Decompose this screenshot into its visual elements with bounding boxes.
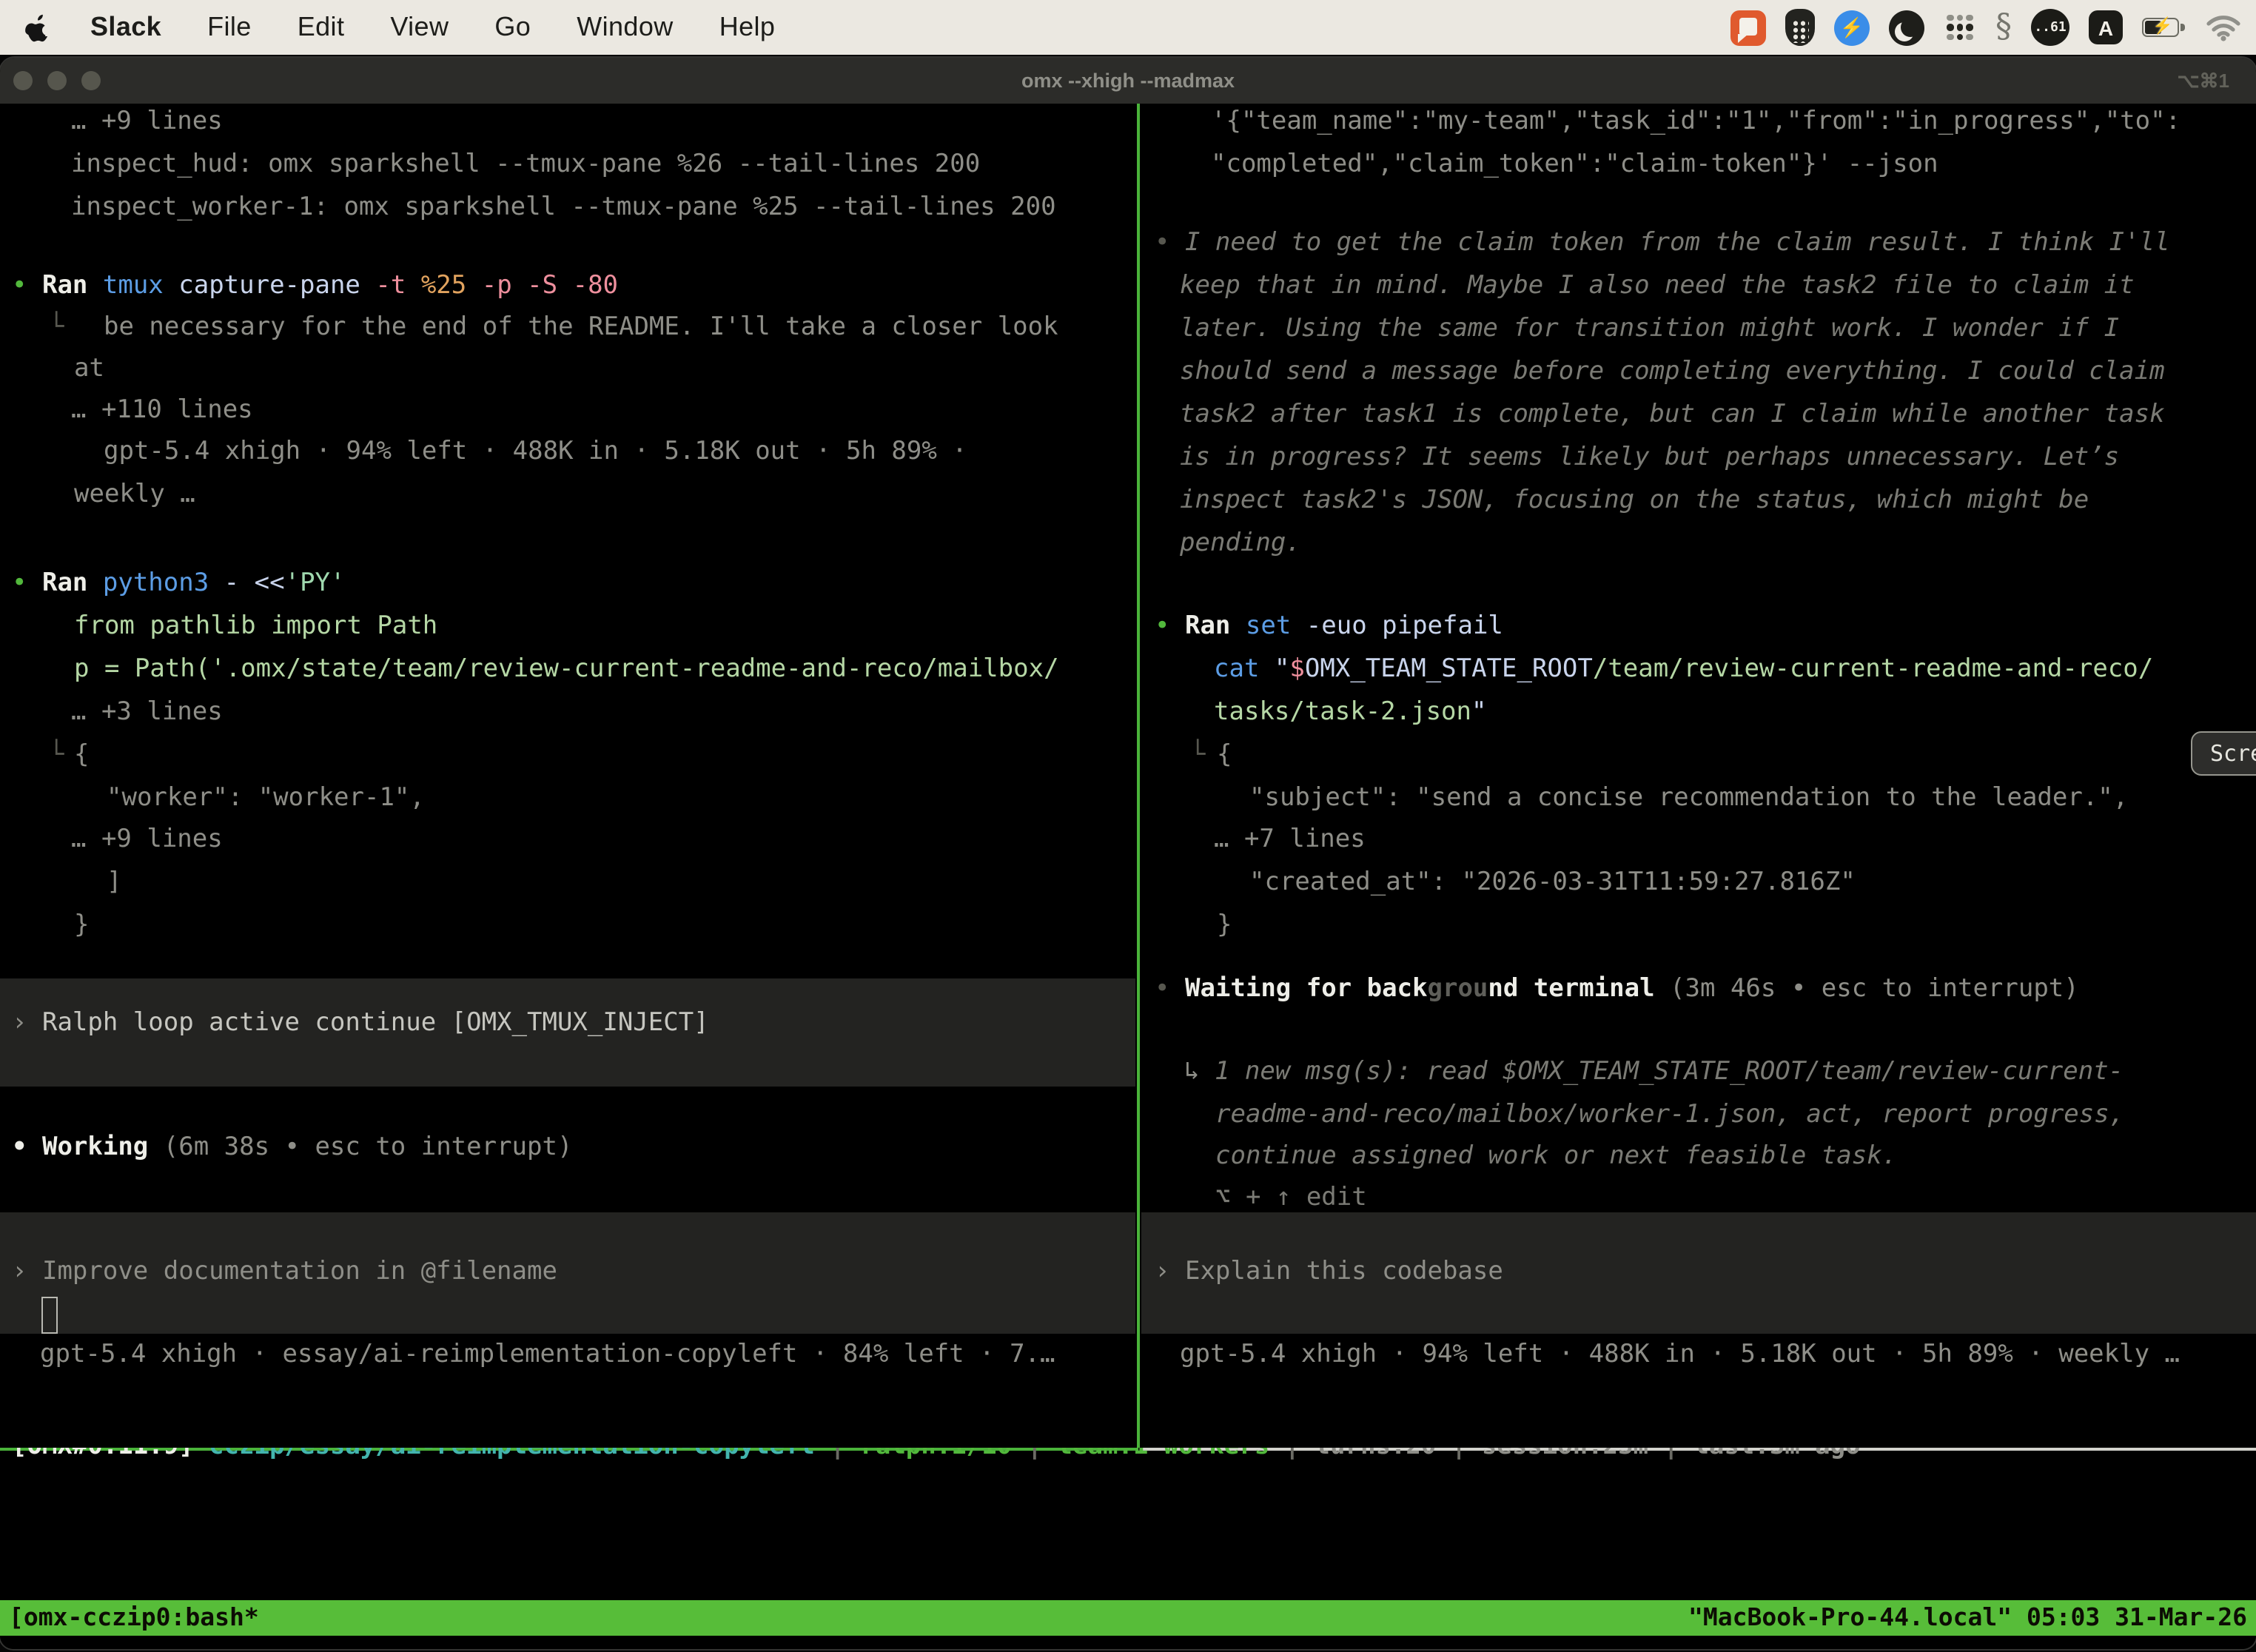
terminal-line: weekly … (74, 474, 195, 515)
menu-item-file[interactable]: File (207, 12, 252, 43)
terminal-window: omx --xhigh --madmax ⌥⌘1 workspace_mode:… (0, 58, 2256, 1649)
terminal-line: … +3 lines (71, 691, 223, 733)
apple-menu-icon[interactable] (25, 11, 55, 44)
terminal-line: { (1217, 734, 1232, 776)
terminal-line: tasks/task-2.json" (1214, 691, 1487, 733)
terminal-line: keep that in mind. Maybe I also need the… (1180, 265, 2135, 306)
menu-item-slack[interactable]: Slack (90, 12, 161, 43)
terminal-line: gpt-5.4 xhigh · 94% left · 488K in · 5.1… (1180, 1334, 2180, 1375)
menu-item-help[interactable]: Help (719, 12, 776, 43)
terminal-line: • Working (6m 38s • esc to interrupt) (12, 1126, 572, 1168)
terminal-line: gpt-5.4 xhigh · 94% left · 488K in · 5.1… (104, 431, 967, 472)
chat-app-icon[interactable] (1730, 10, 1766, 45)
terminal-line: … +9 lines (71, 819, 223, 860)
terminal-line: ↳ 1 new msg(s): read $OMX_TEAM_STATE_ROO… (1184, 1051, 2124, 1092)
terminal-line: task2 after task1 is complete, but can I… (1180, 394, 2165, 435)
right-terminal-pane[interactable]: … +16 lines'{"team_name":"my-team","task… (1140, 104, 2256, 1448)
screen: Slack File Edit View Go Window Help ⚡ § … (0, 0, 2256, 1652)
terminal-line: at (74, 348, 104, 389)
terminal-line: inspect task2's JSON, focusing on the st… (1180, 480, 2089, 521)
window-title: omx --xhigh --madmax (0, 58, 2256, 104)
crescent-app-icon[interactable] (1889, 10, 1924, 45)
terminal-content: workspace_mode: worktree… +9 linesinspec… (0, 104, 2256, 1649)
terminal-line: › Improve documentation in @filename (12, 1251, 557, 1292)
terminal-line: { (74, 734, 90, 776)
letter-a-icon[interactable]: A (2089, 10, 2123, 44)
terminal-line: from pathlib import Path (74, 605, 437, 647)
terminal-line: later. Using the same for transition mig… (1180, 308, 2119, 349)
terminal-line: is in progress? It seems likely but perh… (1180, 437, 2119, 478)
terminal-line: … +7 lines (1214, 819, 1366, 860)
terminal-line: ] (107, 862, 122, 903)
dots-grid-icon[interactable] (1944, 11, 1976, 44)
shield-keypad-icon[interactable] (1785, 9, 1815, 46)
hook-icon[interactable]: § (1995, 9, 2012, 46)
tmux-host-clock-label: "MacBook-Pro-44.local" 05:03 31-Mar-26 (1688, 1600, 2247, 1636)
menu-item-view[interactable]: View (390, 12, 449, 43)
badge-61-icon[interactable]: ..61 (2031, 9, 2069, 46)
terminal-line: › Explain this codebase (1155, 1251, 1503, 1292)
screen-edge-tooltip: Scre (2191, 731, 2256, 776)
terminal-line: • Ran set -euo pipefail (1155, 605, 1503, 647)
tmux-session-label[interactable]: [omx-cczip0:bash* (9, 1600, 259, 1636)
window-title-bar[interactable]: omx --xhigh --madmax ⌥⌘1 (0, 58, 2256, 104)
window-shortcut-badge: ⌥⌘1 (2178, 58, 2229, 104)
menu-item-window[interactable]: Window (577, 12, 673, 43)
terminal-line: • Waiting for background terminal (3m 46… (1155, 968, 2079, 1010)
terminal-line: readme-and-reco/mailbox/worker-1.json, a… (1215, 1094, 2124, 1135)
terminal-line: └ (49, 734, 64, 776)
tmux-status-bar: [omx-cczip0:bash* "MacBook-Pro-44.local"… (0, 1600, 2256, 1636)
bolt-app-icon[interactable]: ⚡ (1834, 10, 1870, 45)
terminal-line: • Ran tmux capture-pane -t %25 -p -S -80 (12, 265, 618, 306)
terminal-line: pending. (1180, 523, 1301, 564)
terminal-line: › Ralph loop active continue [OMX_TMUX_I… (12, 1002, 709, 1044)
battery-charging-icon[interactable]: ⚡ (2142, 17, 2186, 38)
terminal-line: inspect_hud: omx sparkshell --tmux-pane … (71, 144, 980, 185)
terminal-line: "subject": "send a concise recommendatio… (1249, 777, 2128, 819)
menu-item-edit[interactable]: Edit (298, 12, 345, 43)
terminal-line: └ (49, 306, 64, 348)
menu-status-icons: ⚡ § ..61 A ⚡ (1730, 0, 2241, 55)
terminal-line: [OMX#0.11.9] cczip/essay/ai-reimplementa… (12, 1448, 1861, 1467)
terminal-line: • Ran python3 - <<'PY' (12, 563, 346, 604)
terminal-line: '{"team_name":"my-team","task_id":"1","f… (1211, 104, 2181, 142)
terminal-line: be necessary for the end of the README. … (104, 306, 1058, 348)
terminal-line: continue assigned work or next feasible … (1215, 1135, 1897, 1177)
terminal-line: inspect_worker-1: omx sparkshell --tmux-… (71, 187, 1056, 228)
terminal-line: • I need to get the claim token from the… (1155, 222, 2170, 263)
terminal-line: ⌥ + ↑ edit (1215, 1177, 1367, 1218)
menu-item-go[interactable]: Go (494, 12, 531, 43)
terminal-line: gpt-5.4 xhigh · essay/ai-reimplementatio… (40, 1334, 1055, 1375)
omx-hud-pane: [OMX#0.11.9] cczip/essay/ai-reimplementa… (0, 1448, 2256, 1600)
text-cursor (41, 1297, 58, 1334)
terminal-line: p = Path('.omx/state/team/review-current… (74, 648, 1059, 690)
terminal-line: "completed","claim_token":"claim-token"}… (1211, 144, 1938, 185)
terminal-line: … +110 lines (71, 389, 253, 431)
terminal-line: └ (1190, 734, 1206, 776)
terminal-line: cat "$OMX_TEAM_STATE_ROOT/team/review-cu… (1214, 648, 2153, 690)
terminal-line: "created_at": "2026-03-31T11:59:27.816Z" (1249, 862, 1856, 903)
terminal-line: } (1217, 904, 1232, 946)
menu-items: Slack File Edit View Go Window Help (55, 12, 775, 43)
terminal-line: should send a message before completing … (1180, 351, 2165, 392)
wifi-icon[interactable] (2206, 14, 2241, 41)
menu-bar: Slack File Edit View Go Window Help ⚡ § … (0, 0, 2256, 55)
terminal-line: "worker": "worker-1", (107, 777, 425, 819)
left-terminal-pane[interactable]: workspace_mode: worktree… +9 linesinspec… (0, 104, 1135, 1448)
terminal-line: } (74, 904, 90, 946)
terminal-line: … +9 lines (71, 104, 223, 142)
